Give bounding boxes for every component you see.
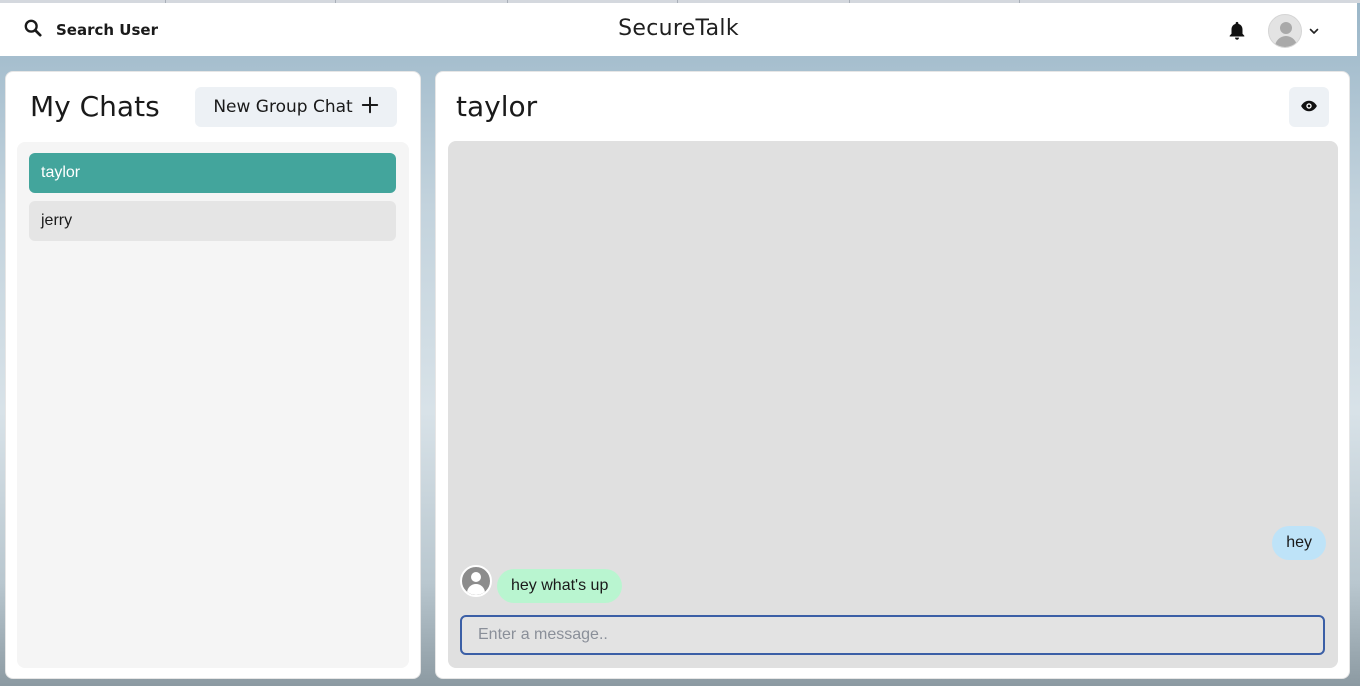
chat-list-item-jerry[interactable]: jerry: [29, 201, 396, 241]
message-bubble-received: hey what's up: [497, 569, 623, 603]
user-avatar-icon: [1268, 14, 1302, 48]
view-profile-button[interactable]: [1289, 87, 1329, 127]
top-bar: Search User SecureTalk: [0, 3, 1357, 56]
eye-icon: [1300, 97, 1318, 118]
new-group-chat-button[interactable]: New Group Chat: [195, 87, 397, 127]
chat-list-item-label: taylor: [41, 164, 81, 181]
plus-icon: [361, 93, 379, 119]
message-bubble-sent: hey: [1272, 526, 1326, 560]
sender-avatar-icon[interactable]: [460, 565, 492, 597]
chat-list: taylor jerry: [17, 142, 409, 668]
my-chats-title: My Chats: [30, 90, 160, 123]
chat-title: taylor: [456, 90, 538, 123]
my-chats-panel: My Chats New Group Chat taylor jerry: [5, 71, 421, 679]
app-title: SecureTalk: [618, 16, 739, 41]
chat-list-item-label: jerry: [41, 212, 73, 229]
bell-icon[interactable]: [1226, 20, 1248, 42]
message-input[interactable]: [460, 615, 1325, 655]
chat-panel: taylor hey hey what's up: [435, 71, 1350, 679]
chevron-down-icon: [1309, 28, 1319, 34]
new-group-chat-label: New Group Chat: [213, 97, 353, 117]
message-area: hey hey what's up: [448, 141, 1338, 668]
profile-menu-button[interactable]: [1268, 12, 1332, 50]
chat-list-item-taylor[interactable]: taylor: [29, 153, 396, 193]
